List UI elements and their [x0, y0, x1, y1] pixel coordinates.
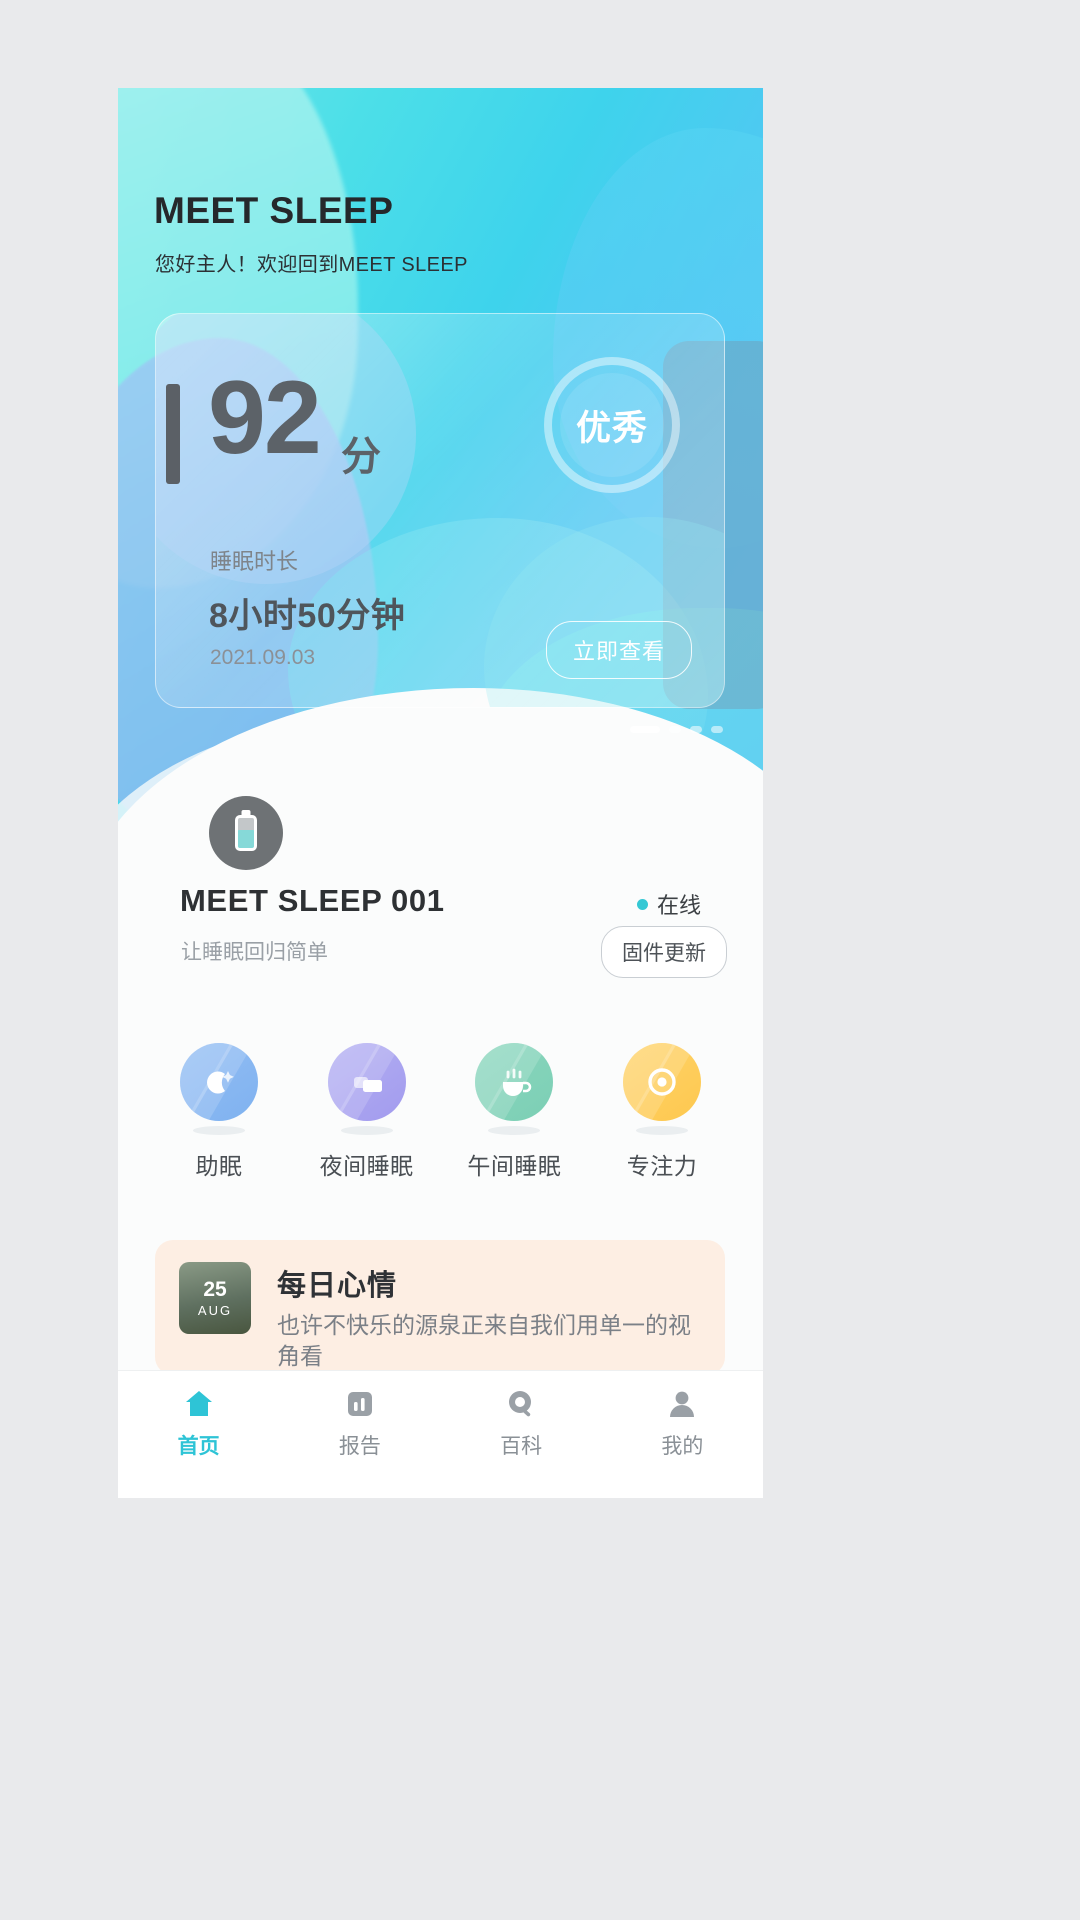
feature-item-nap[interactable]: 午间睡眠 — [453, 1043, 575, 1181]
duration-label: 睡眠时长 — [210, 549, 299, 574]
mood-date-thumbnail: 25 AUG — [179, 1262, 251, 1334]
mood-day: 25 — [203, 1277, 227, 1301]
pagination-dot[interactable] — [669, 726, 681, 733]
bed-icon — [327, 1043, 406, 1121]
device-name: MEET SLEEP 001 — [180, 883, 445, 918]
daily-mood-card[interactable]: 25 AUG 每日心情 也许不快乐的源泉正来自我们用单一的视角看 — [155, 1240, 725, 1375]
pagination-dot[interactable] — [711, 726, 723, 733]
mood-title: 每日心情 — [277, 1270, 398, 1302]
carousel-pagination[interactable] — [630, 726, 723, 733]
view-detail-button[interactable]: 立即查看 — [545, 621, 692, 679]
sleep-rank-label: 优秀 — [560, 373, 664, 477]
nav-label: 我的 — [661, 1435, 704, 1458]
sleep-date: 2021.09.03 — [210, 646, 316, 669]
battery-empty-part — [238, 818, 254, 830]
feature-label: 专注力 — [626, 1153, 698, 1179]
nav-item-report[interactable]: 报告 — [279, 1387, 440, 1460]
sleep-score-card[interactable]: 92 分 优秀 睡眠时长 8小时50分钟 2021.09.03 立即查看 — [155, 313, 725, 708]
mood-body: 也许不快乐的源泉正来自我们用单一的视角看 — [277, 1312, 691, 1370]
pagination-dot-active[interactable] — [630, 726, 660, 733]
bottom-navigation: 首页 报告 百科 我的 — [118, 1370, 763, 1498]
moon-star-icon — [180, 1043, 258, 1121]
device-slogan: 让睡眠回归简单 — [181, 941, 328, 964]
target-icon — [622, 1043, 701, 1121]
feature-shortcuts: 助眠 夜间睡眠 午间睡眠 专注力 — [158, 1043, 723, 1181]
chart-icon — [347, 1392, 372, 1416]
nav-label: 百科 — [500, 1435, 543, 1458]
nav-item-encyclopedia[interactable]: 百科 — [441, 1387, 602, 1460]
icon-shadow — [488, 1126, 541, 1135]
sleep-rank-badge: 优秀 — [544, 357, 680, 493]
icon-shadow — [340, 1126, 393, 1135]
icon-shadow — [635, 1126, 688, 1135]
feature-label: 助眠 — [195, 1153, 243, 1179]
device-status: 在线 — [636, 888, 701, 920]
feature-item-sleep-aid[interactable]: 助眠 — [158, 1043, 280, 1181]
welcome-subtitle: 您好主人！欢迎回到MEET SLEEP — [155, 254, 468, 276]
page-title: MEET SLEEP — [154, 190, 394, 231]
search-icon — [509, 1391, 532, 1417]
coffee-cup-icon — [475, 1043, 554, 1121]
sleep-score-value: 92 — [208, 360, 322, 476]
firmware-update-button[interactable]: 固件更新 — [601, 926, 727, 978]
score-accent-bar — [166, 384, 180, 484]
battery-fill-part — [238, 829, 254, 848]
duration-value: 8小时50分钟 — [209, 597, 406, 635]
mood-month: AUG — [197, 1302, 233, 1318]
sleep-score-unit: 分 — [341, 435, 381, 479]
nav-label: 首页 — [177, 1435, 220, 1458]
pagination-dot[interactable] — [690, 726, 702, 733]
nav-label: 报告 — [338, 1435, 381, 1458]
feature-label: 夜间睡眠 — [319, 1153, 414, 1179]
home-icon — [185, 1391, 212, 1416]
device-avatar[interactable] — [209, 796, 283, 870]
feature-item-focus[interactable]: 专注力 — [601, 1043, 723, 1181]
user-icon — [670, 1391, 695, 1417]
icon-shadow — [193, 1126, 245, 1135]
feature-label: 午间睡眠 — [467, 1153, 562, 1179]
battery-icon — [235, 815, 257, 851]
status-label: 在线 — [656, 893, 701, 918]
feature-item-night-sleep[interactable]: 夜间睡眠 — [306, 1043, 428, 1181]
status-dot-icon — [636, 898, 648, 910]
nav-item-profile[interactable]: 我的 — [602, 1387, 763, 1460]
nav-item-home[interactable]: 首页 — [118, 1387, 279, 1460]
app-screen: MEET SLEEP 您好主人！欢迎回到MEET SLEEP 92 分 优秀 睡… — [118, 88, 763, 1498]
